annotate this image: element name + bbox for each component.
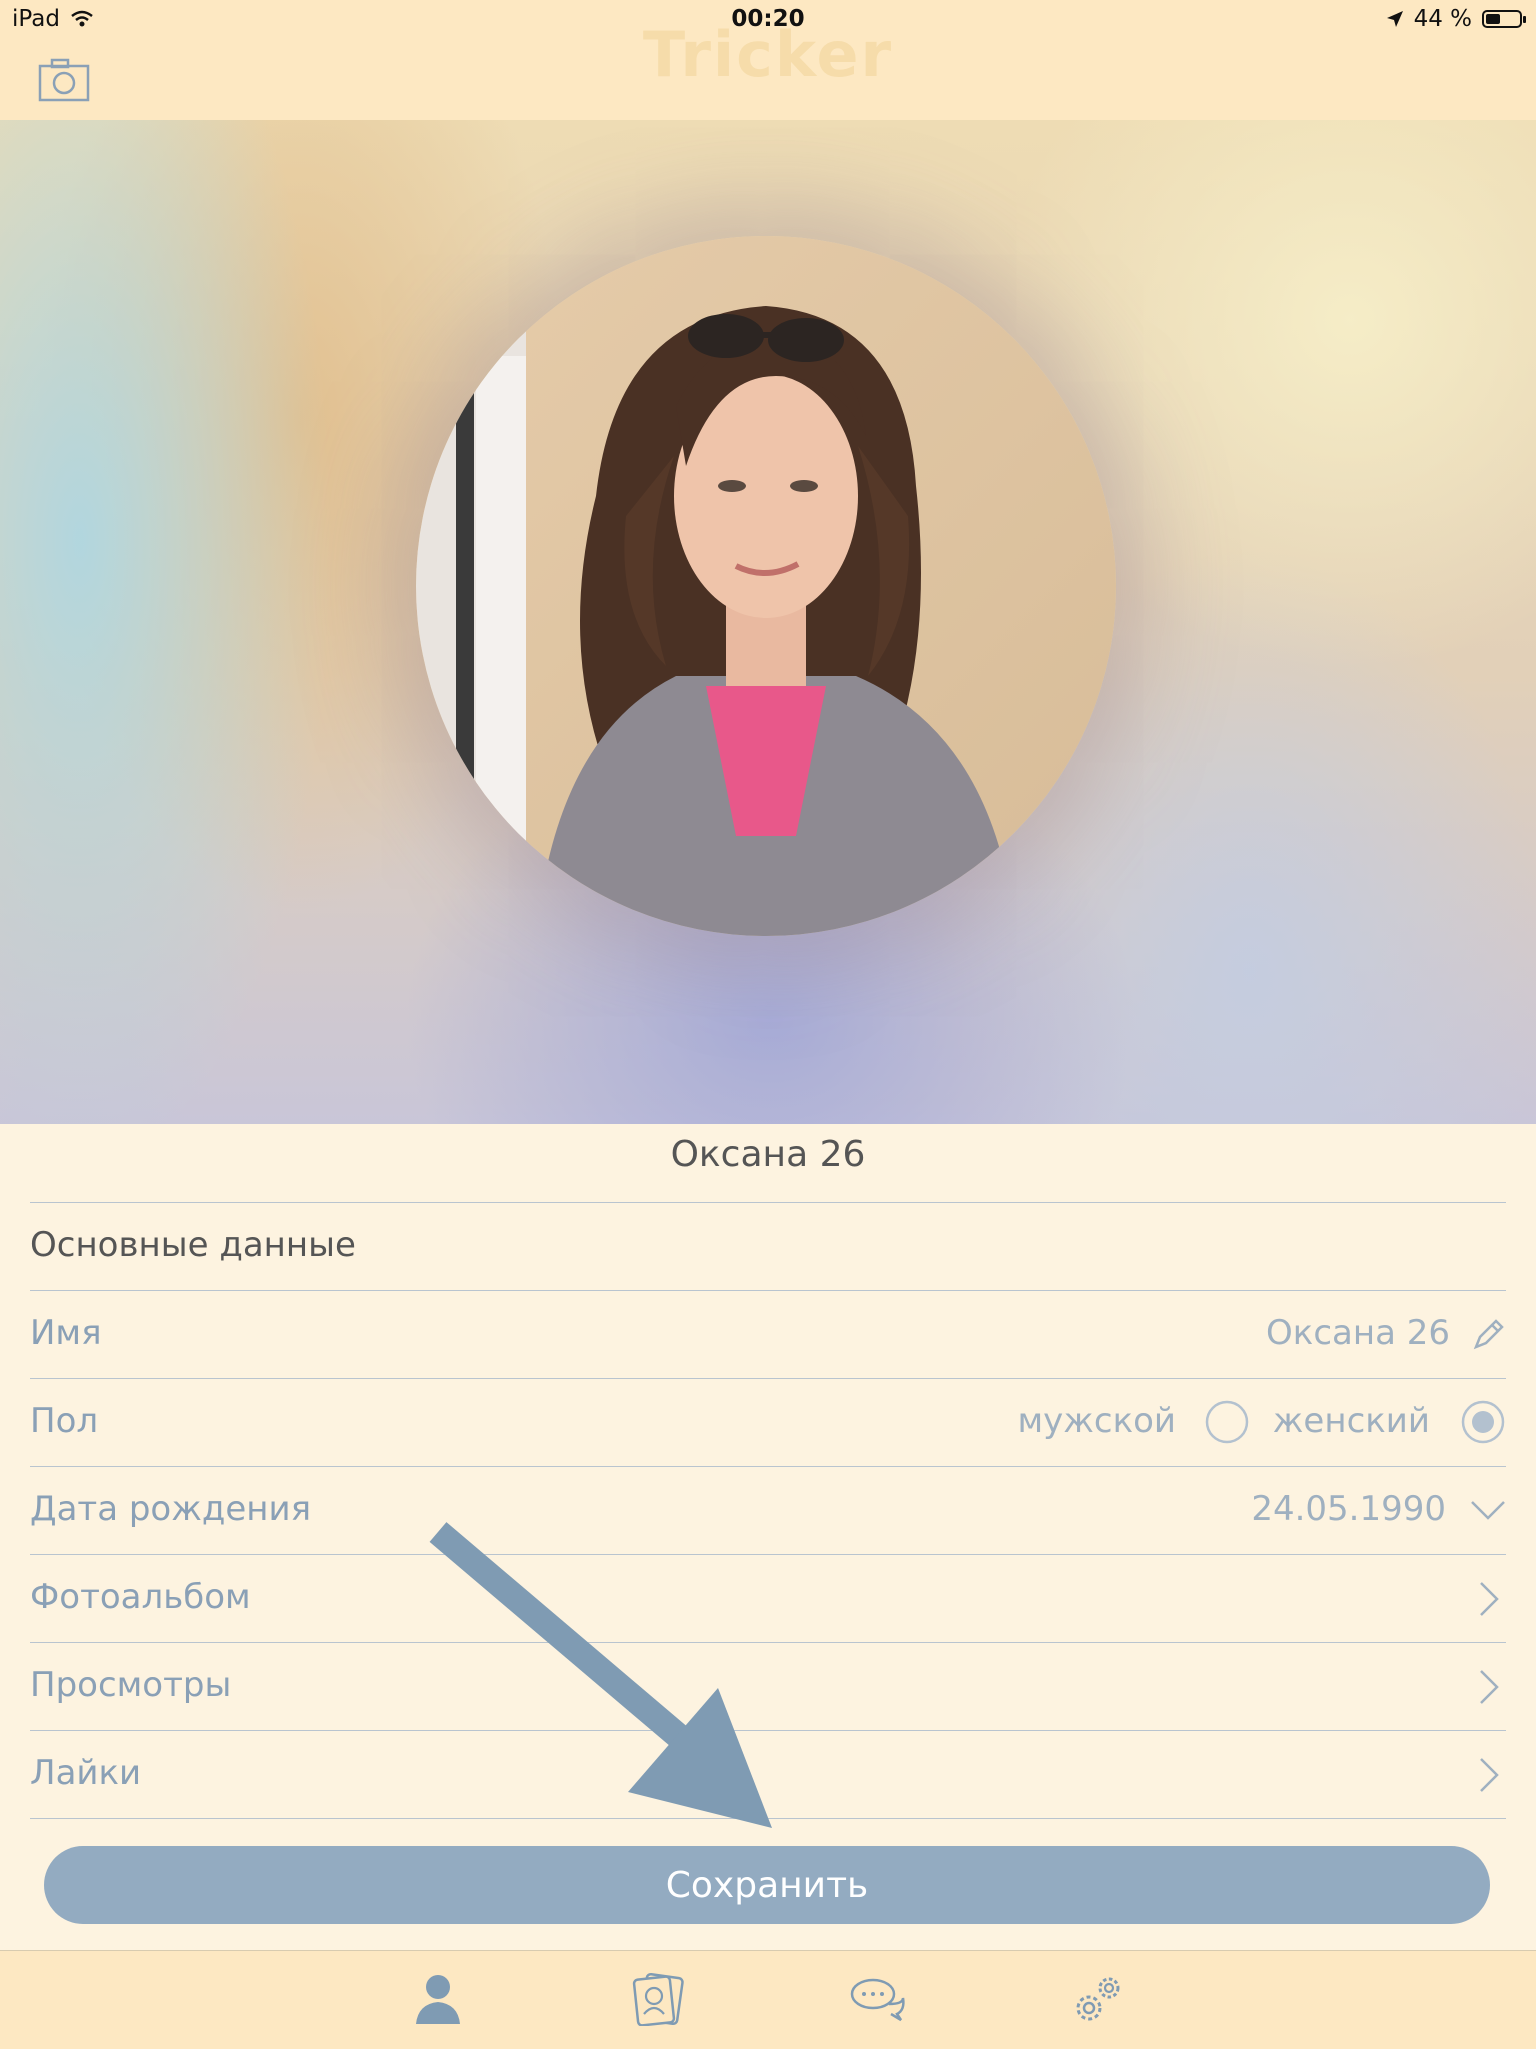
gender-male-label[interactable]: мужской [1017, 1401, 1176, 1441]
row-gender: Пол мужской женский [30, 1378, 1506, 1466]
tab-bar [0, 1950, 1536, 2049]
profile-hero [0, 120, 1536, 1124]
row-photo-album[interactable]: Фотоальбом [30, 1554, 1506, 1642]
photo-album-label: Фотоальбом [30, 1577, 251, 1617]
row-birthdate[interactable]: Дата рождения 24.05.1990 [30, 1466, 1506, 1554]
radio-female-selected[interactable] [1460, 1399, 1506, 1445]
avatar-photo [416, 236, 1116, 936]
cards-icon [632, 1972, 684, 2026]
name-label: Имя [30, 1313, 102, 1353]
gender-female-label[interactable]: женский [1273, 1401, 1430, 1441]
divider [30, 1818, 1506, 1819]
section-header-basic: Основные данные [30, 1202, 1506, 1290]
profile-icon [416, 1975, 460, 2024]
tab-cards[interactable] [626, 1967, 690, 2031]
section-title: Основные данные [30, 1225, 356, 1265]
chevron-right-icon [1480, 1582, 1499, 1616]
chevron-down-icon[interactable] [1470, 1499, 1506, 1521]
camera-button[interactable] [38, 58, 90, 102]
tab-profile[interactable] [406, 1967, 470, 2031]
pencil-icon[interactable] [1472, 1317, 1506, 1351]
avatar[interactable] [416, 236, 1116, 936]
app-title: Tricker [642, 18, 894, 91]
tab-settings[interactable] [1066, 1967, 1130, 2031]
tab-chat[interactable] [846, 1967, 910, 2031]
camera-icon [38, 58, 90, 102]
chevron-right-icon [1480, 1670, 1499, 1704]
row-name[interactable]: Имя Оксана 26 [30, 1290, 1506, 1378]
profile-display-name: Оксана 26 [670, 1134, 866, 1175]
likes-label: Лайки [30, 1753, 142, 1793]
radio-male[interactable] [1204, 1399, 1250, 1445]
row-views[interactable]: Просмотры [30, 1642, 1506, 1730]
chevron-right-icon [1480, 1758, 1499, 1792]
top-bar: iPad 00:20 44 % Tricker [0, 0, 1536, 120]
name-value[interactable]: Оксана 26 [1266, 1313, 1450, 1353]
settings-icon [1076, 1977, 1120, 2021]
views-label: Просмотры [30, 1665, 232, 1705]
row-likes[interactable]: Лайки [30, 1730, 1506, 1818]
save-button[interactable]: Сохранить [44, 1846, 1490, 1924]
birthdate-label: Дата рождения [30, 1489, 312, 1529]
gender-label: Пол [30, 1401, 99, 1441]
birthdate-value[interactable]: 24.05.1990 [1251, 1489, 1446, 1529]
chat-icon [850, 1978, 905, 2022]
